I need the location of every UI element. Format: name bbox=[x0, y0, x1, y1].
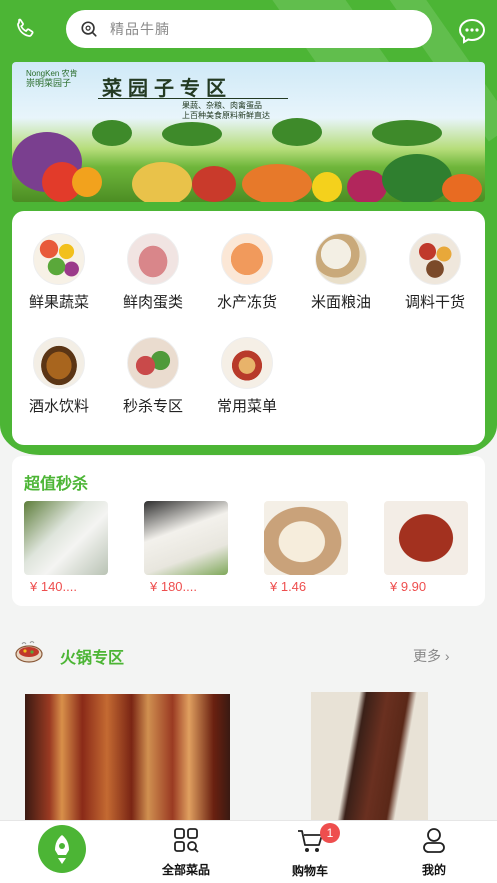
home-tab[interactable] bbox=[38, 825, 86, 873]
category-label: 酒水饮料 bbox=[28, 398, 89, 415]
category-label: 常用菜单 bbox=[216, 398, 277, 415]
hotpot-section-header: 火锅专区 更多 › bbox=[0, 636, 497, 672]
search-input[interactable]: 精品牛腩 bbox=[66, 10, 432, 48]
category-label: 鲜果蔬菜 bbox=[28, 294, 89, 311]
product-image bbox=[144, 501, 228, 575]
more-label: 更多 bbox=[413, 648, 441, 664]
search-placeholder: 精品牛腩 bbox=[110, 21, 170, 37]
banner-decor bbox=[72, 167, 102, 197]
product-image bbox=[24, 501, 108, 575]
product-price: ¥ 1.46 bbox=[270, 579, 307, 594]
category-spices[interactable]: 调料干货 bbox=[388, 233, 482, 312]
category-label: 水产冻货 bbox=[216, 294, 277, 311]
product-price: ¥ 140.... bbox=[30, 579, 77, 594]
banner-decor bbox=[92, 120, 132, 146]
search-icon bbox=[81, 21, 97, 37]
rocket-icon bbox=[55, 835, 69, 864]
drinks-image bbox=[33, 337, 85, 389]
tab-label: 我的 bbox=[421, 863, 446, 877]
product-card[interactable]: ¥ 9.90 bbox=[384, 501, 468, 594]
category-meat[interactable]: 鲜肉蛋类 bbox=[106, 233, 200, 312]
seafood-image bbox=[221, 233, 273, 285]
banner-divider bbox=[98, 98, 288, 99]
meat-image bbox=[127, 233, 179, 285]
tab-label: 购物车 bbox=[291, 864, 328, 878]
category-grid: 鲜果蔬菜 鲜肉蛋类 水产冻货 米面粮油 调料干货 酒水饮料 秒杀专区 常用菜单 bbox=[12, 211, 485, 445]
banner-decor bbox=[132, 162, 192, 202]
chevron-right-icon: › bbox=[444, 648, 450, 664]
banner-decor bbox=[382, 154, 452, 202]
hotpot-title: 火锅专区 bbox=[60, 650, 125, 667]
tab-label: 全部菜品 bbox=[161, 863, 210, 877]
message-icon[interactable] bbox=[458, 18, 486, 44]
product-card[interactable]: ¥ 1.46 bbox=[264, 501, 348, 594]
phone-icon[interactable] bbox=[12, 16, 38, 42]
category-label: 调料干货 bbox=[404, 294, 465, 311]
banner-decor bbox=[162, 122, 222, 146]
banner-decor bbox=[192, 166, 236, 202]
product-card[interactable]: ¥ 140.... bbox=[24, 501, 108, 594]
category-label: 秒杀专区 bbox=[122, 398, 183, 415]
category-label: 鲜肉蛋类 bbox=[122, 294, 183, 311]
cart-badge: 1 bbox=[320, 823, 340, 843]
rice-image bbox=[315, 233, 367, 285]
menu-image bbox=[221, 337, 273, 389]
product-image bbox=[384, 501, 468, 575]
top-bar: 精品牛腩 bbox=[0, 10, 497, 50]
product-price: ¥ 9.90 bbox=[390, 579, 427, 594]
product-image bbox=[264, 501, 348, 575]
banner-decor bbox=[242, 164, 312, 202]
hotpot-product-image[interactable] bbox=[311, 692, 428, 820]
flash-sale-title: 超值秒杀 bbox=[24, 476, 89, 493]
tab-mine[interactable]: 我的 bbox=[394, 821, 474, 878]
banner-title: 菜园子专区 bbox=[102, 78, 232, 100]
hotpot-product-image[interactable] bbox=[25, 694, 230, 820]
hotpot-icon bbox=[15, 641, 43, 663]
tab-all-dishes[interactable]: 全部菜品 bbox=[146, 821, 226, 878]
user-icon bbox=[423, 828, 445, 853]
category-menu[interactable]: 常用菜单 bbox=[200, 337, 294, 416]
banner-decor bbox=[372, 120, 442, 146]
banner-decor bbox=[272, 118, 322, 146]
spices-image bbox=[409, 233, 461, 285]
flash-sale-section: 超值秒杀 ¥ 140.... ¥ 180.... ¥ 1.46 ¥ 9.90 bbox=[12, 456, 485, 606]
flash-sale-image bbox=[127, 337, 179, 389]
banner-brand-name: 崇明菜园子 bbox=[26, 78, 72, 88]
category-label: 米面粮油 bbox=[310, 294, 371, 311]
grid-search-icon bbox=[174, 828, 199, 853]
product-card[interactable]: ¥ 180.... bbox=[144, 501, 228, 594]
category-seafood[interactable]: 水产冻货 bbox=[200, 233, 294, 312]
vegetables-image bbox=[33, 233, 85, 285]
more-link[interactable]: 更多 › bbox=[413, 646, 450, 666]
category-flash-sale[interactable]: 秒杀专区 bbox=[106, 337, 200, 416]
banner-decor bbox=[347, 170, 387, 202]
product-price: ¥ 180.... bbox=[150, 579, 197, 594]
banner-subtitle: 上百种美食原料新鲜直达 bbox=[182, 111, 270, 120]
category-rice[interactable]: 米面粮油 bbox=[294, 233, 388, 312]
banner-decor bbox=[312, 172, 342, 202]
category-drinks[interactable]: 酒水饮料 bbox=[12, 337, 106, 416]
promo-banner[interactable]: NongKen 农肯 崇明菜园子 菜园子专区 果蔬、杂粮、肉禽蛋品 上百种美食原… bbox=[12, 62, 485, 202]
bottom-tab-bar: 全部菜品 购物车 1 我的 bbox=[0, 820, 497, 883]
category-vegetables[interactable]: 鲜果蔬菜 bbox=[12, 233, 106, 312]
banner-decor bbox=[442, 174, 482, 202]
